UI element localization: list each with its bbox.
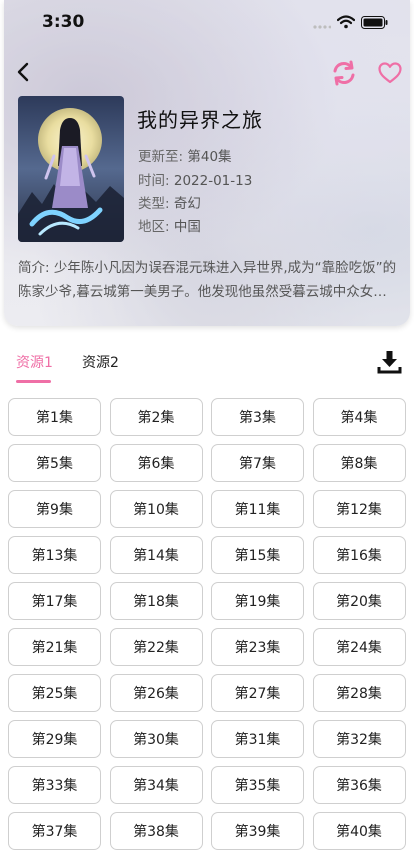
episode-button[interactable]: 第3集 xyxy=(211,398,304,436)
meta-value: 中国 xyxy=(173,219,201,235)
episode-button[interactable]: 第38集 xyxy=(109,812,203,850)
episode-button[interactable]: 第19集 xyxy=(211,582,304,620)
meta-label: 类型: xyxy=(138,196,170,212)
episode-button[interactable]: 第5集 xyxy=(8,444,101,482)
episode-button[interactable]: 第36集 xyxy=(312,766,406,804)
episode-button[interactable]: 第22集 xyxy=(109,628,203,666)
heart-outline-icon xyxy=(376,62,404,91)
episode-button[interactable]: 第25集 xyxy=(8,674,101,712)
episode-button[interactable]: 第24集 xyxy=(312,628,406,666)
episode-button[interactable]: 第6集 xyxy=(109,444,203,482)
episode-button[interactable]: 第39集 xyxy=(211,812,304,850)
episode-button[interactable]: 第26集 xyxy=(109,674,203,712)
episode-button[interactable]: 第7集 xyxy=(211,444,304,482)
meta-updated: 更新至: 第40集 xyxy=(138,145,232,165)
meta-date: 时间: 2022-01-13 xyxy=(138,169,252,189)
meta-genre: 类型: 奇幻 xyxy=(138,192,201,212)
episode-button[interactable]: 第31集 xyxy=(211,720,304,758)
episode-button[interactable]: 第23集 xyxy=(211,628,304,666)
episode-button[interactable]: 第30集 xyxy=(109,720,203,758)
episode-button[interactable]: 第11集 xyxy=(211,490,304,528)
tab-source-1[interactable]: 资源1 xyxy=(16,352,53,372)
episode-button[interactable]: 第40集 xyxy=(312,812,406,850)
tab-source-2[interactable]: 资源2 xyxy=(82,352,119,372)
episode-button[interactable]: 第10集 xyxy=(109,490,203,528)
episode-button[interactable]: 第35集 xyxy=(211,766,304,804)
refresh-button[interactable] xyxy=(330,59,358,87)
download-icon xyxy=(376,351,404,380)
episode-button[interactable]: 第17集 xyxy=(8,582,101,620)
episode-button[interactable]: 第27集 xyxy=(211,674,304,712)
meta-value: 2022-01-13 xyxy=(173,173,253,189)
episode-button[interactable]: 第14集 xyxy=(109,536,203,574)
meta-value: 第40集 xyxy=(187,149,232,165)
episode-button[interactable]: 第21集 xyxy=(8,628,101,666)
meta-label: 时间: xyxy=(138,173,170,189)
episode-button[interactable]: 第2集 xyxy=(109,398,203,436)
favorite-button[interactable] xyxy=(376,59,404,87)
episode-grid: 第1集 第2集 第3集 第4集 第5集 第6集 第7集 第8集 第9集 第10集 第11集 第12集第… xyxy=(8,398,406,850)
episode-button[interactable]: 第4集 xyxy=(312,398,406,436)
status-time: 3:30 xyxy=(42,12,85,32)
episode-button[interactable]: 第34集 xyxy=(109,766,203,804)
episode-button[interactable]: 第1集 xyxy=(8,398,101,436)
episode-button[interactable]: 第32集 xyxy=(312,720,406,758)
meta-region: 地区: 中国 xyxy=(138,215,201,235)
meta-label: 地区: xyxy=(138,219,170,235)
episode-button[interactable]: 第33集 xyxy=(8,766,101,804)
battery-icon xyxy=(361,14,388,33)
episode-button[interactable]: 第12集 xyxy=(312,490,406,528)
show-description[interactable]: 简介: 少年陈小凡因为误吞混元珠进入异世界,成为“靠脸吃饭”的陈家少爷,暮云城第… xyxy=(18,256,398,304)
show-title: 我的异界之旅 xyxy=(137,108,263,132)
episode-button[interactable]: 第37集 xyxy=(8,812,101,850)
cover-image xyxy=(18,96,124,242)
meta-value: 奇幻 xyxy=(173,196,201,212)
episode-button[interactable]: 第29集 xyxy=(8,720,101,758)
active-tab-indicator xyxy=(16,380,51,383)
episode-button[interactable]: 第9集 xyxy=(8,490,101,528)
episode-button[interactable]: 第15集 xyxy=(211,536,304,574)
episode-button[interactable]: 第13集 xyxy=(8,536,101,574)
episode-button[interactable]: 第18集 xyxy=(109,582,203,620)
wifi-icon xyxy=(336,14,356,33)
episode-button[interactable]: 第20集 xyxy=(312,582,406,620)
status-icons xyxy=(313,14,388,33)
episode-button[interactable]: 第8集 xyxy=(312,444,406,482)
meta-label: 更新至: xyxy=(138,149,184,165)
refresh-icon xyxy=(330,60,358,91)
status-bar: 3:30 xyxy=(0,0,414,46)
signal-icon xyxy=(313,14,332,33)
back-button[interactable] xyxy=(12,60,36,84)
episode-button[interactable]: 第28集 xyxy=(312,674,406,712)
episode-button[interactable]: 第16集 xyxy=(312,536,406,574)
download-button[interactable] xyxy=(376,348,404,376)
chevron-left-icon xyxy=(12,62,36,88)
